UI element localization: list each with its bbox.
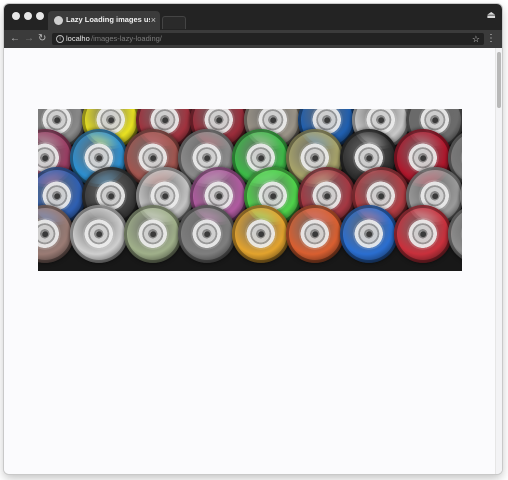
browser-menu-icon[interactable]: ⋮ [486, 32, 496, 46]
page-viewport [4, 48, 502, 474]
browser-window: Lazy Loading images using In × ⏏ ← → ↻ i… [4, 4, 502, 474]
title-bar: Lazy Loading images using In × ⏏ [4, 4, 502, 30]
forward-icon[interactable]: → [24, 32, 34, 46]
reload-icon[interactable]: ↻ [38, 32, 46, 46]
spray-can-top [124, 205, 182, 263]
browser-tab[interactable]: Lazy Loading images using In × [48, 11, 160, 30]
url-path: /images-lazy-loading/ [91, 34, 162, 43]
new-tab-button[interactable] [162, 16, 186, 29]
address-bar[interactable]: i localho /images-lazy-loading/ ☆ [52, 33, 484, 45]
spray-can-top [286, 205, 344, 263]
vertical-scrollbar[interactable] [495, 48, 502, 474]
info-icon[interactable]: i [56, 35, 64, 43]
spray-can-top [232, 205, 290, 263]
profile-icon[interactable]: ⏏ [487, 10, 496, 22]
close-window-dot[interactable] [12, 12, 20, 20]
scroll-thumb[interactable] [497, 52, 501, 108]
back-icon[interactable]: ← [10, 32, 20, 46]
url-host: localho [66, 34, 90, 43]
browser-toolbar: ← → ↻ i localho /images-lazy-loading/ ☆ … [4, 30, 502, 48]
spray-can-top [394, 205, 452, 263]
spray-can-top [340, 205, 398, 263]
tab-close-icon[interactable]: × [151, 14, 156, 26]
spray-cans-image [38, 109, 462, 271]
maximize-window-dot[interactable] [36, 12, 44, 20]
spray-can-top [178, 205, 236, 263]
minimize-window-dot[interactable] [24, 12, 32, 20]
tab-title: Lazy Loading images using In [66, 15, 150, 24]
bookmark-star-icon[interactable]: ☆ [472, 33, 480, 45]
spray-can-top [70, 205, 128, 263]
tab-favicon-icon [54, 16, 63, 25]
